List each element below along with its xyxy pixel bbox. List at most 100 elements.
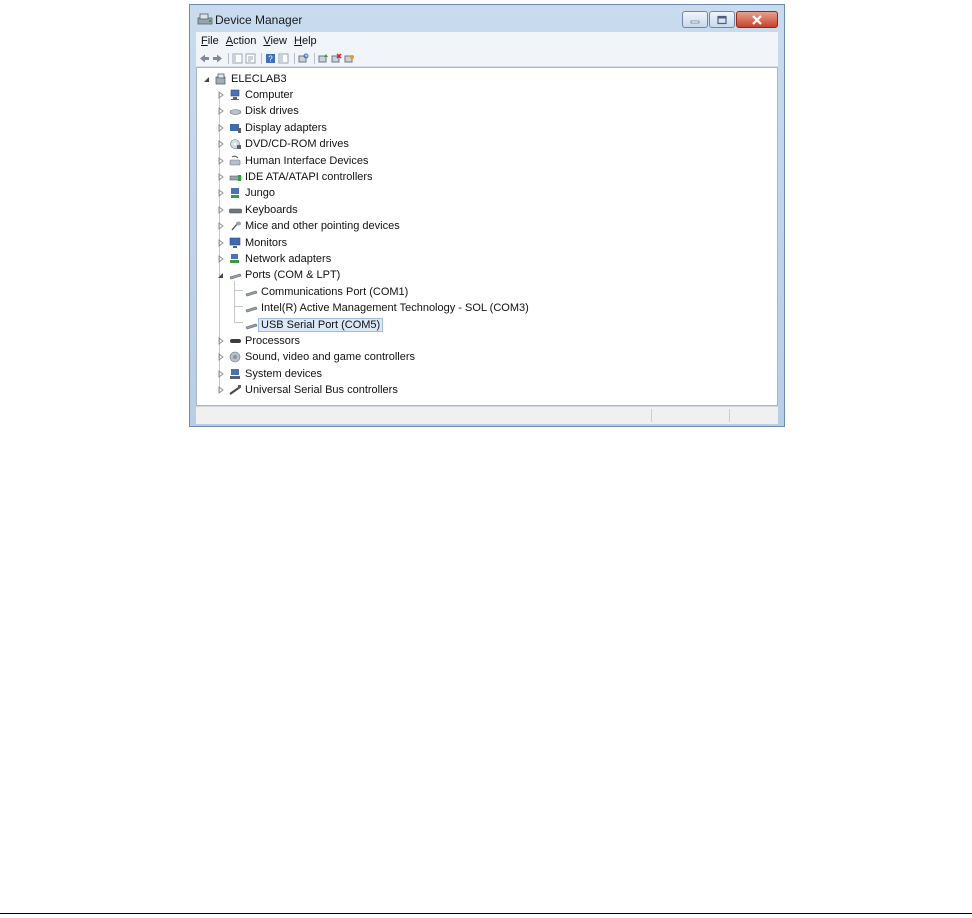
- tree-category[interactable]: Sound, video and game controllers: [217, 350, 415, 365]
- tree-guide-line: [234, 322, 243, 323]
- expand-arrow-icon[interactable]: [217, 90, 225, 99]
- tree-category[interactable]: Network adapters: [217, 251, 331, 266]
- expand-arrow-icon[interactable]: [217, 189, 225, 198]
- back-arrow-icon[interactable]: [199, 53, 210, 64]
- tree-category-label: Universal Serial Bus controllers: [245, 384, 398, 397]
- menu-view-label: iew: [270, 35, 287, 47]
- expand-arrow-icon[interactable]: [217, 353, 225, 362]
- tree-category-label: Processors: [245, 334, 301, 347]
- tree-category-label: System devices: [245, 367, 323, 380]
- tree-category-label: Sound, video and game controllers: [245, 351, 415, 364]
- display-adapter-icon: [230, 123, 241, 133]
- tree-category[interactable]: Ports (COM & LPT): [217, 268, 340, 283]
- tree-category[interactable]: Computer: [217, 87, 293, 102]
- tree-category[interactable]: IDE ATA/ATAPI controllers: [217, 169, 373, 184]
- tree-device[interactable]: Intel(R) Active Management Technology - …: [245, 301, 529, 316]
- page-rule: [0, 913, 972, 914]
- tree-category[interactable]: Human Interface Devices: [217, 153, 369, 168]
- uninstall-icon[interactable]: [331, 52, 342, 64]
- status-bar: [196, 406, 778, 424]
- close-button[interactable]: [736, 11, 778, 28]
- menu-view[interactable]: View: [263, 35, 287, 47]
- tree-category[interactable]: Universal Serial Bus controllers: [217, 383, 398, 398]
- tree-category-label: Human Interface Devices: [245, 154, 369, 167]
- computer-icon: [230, 89, 240, 100]
- tree-category[interactable]: Processors: [217, 333, 300, 348]
- update-driver-icon[interactable]: [318, 53, 329, 64]
- expand-arrow-icon[interactable]: [217, 238, 225, 247]
- disable-icon[interactable]: [344, 53, 355, 64]
- tree-category[interactable]: Monitors: [217, 235, 287, 250]
- network-adapter-icon: [230, 253, 239, 263]
- window-controls: [681, 11, 778, 28]
- expand-arrow-icon[interactable]: [217, 336, 225, 345]
- tree-category-label: Ports (COM & LPT): [245, 269, 341, 282]
- status-divider: [729, 409, 730, 422]
- expand-arrow-icon[interactable]: [217, 107, 225, 116]
- tree-device[interactable]: USB Serial Port (COM5): [245, 317, 384, 332]
- tree-category[interactable]: Jungo: [217, 186, 275, 201]
- menu-help[interactable]: Help: [294, 35, 317, 47]
- expand-arrow-icon[interactable]: [217, 205, 225, 214]
- expand-arrow-icon[interactable]: [217, 123, 225, 132]
- expand-arrow-icon[interactable]: [217, 254, 225, 263]
- mouse-icon: [231, 221, 241, 231]
- tree-category[interactable]: DVD/CD-ROM drives: [217, 137, 349, 152]
- expand-arrow-icon[interactable]: [217, 140, 225, 148]
- menu-action[interactable]: Action: [226, 35, 257, 47]
- tree-category[interactable]: Disk drives: [217, 104, 299, 119]
- svg-text:?: ?: [268, 54, 273, 63]
- tree-category-label: Keyboards: [245, 203, 298, 216]
- tree-category[interactable]: System devices: [217, 366, 322, 381]
- tree-category[interactable]: Display adapters: [217, 120, 327, 135]
- keyboard-icon: [229, 208, 242, 213]
- expand-arrow-icon[interactable]: [217, 386, 225, 394]
- toolbar-separator: [314, 52, 315, 64]
- tree-category-label: DVD/CD-ROM drives: [245, 138, 349, 151]
- expand-arrow-icon[interactable]: [217, 156, 225, 165]
- device-tree-pane[interactable]: ELECLAB3 Computer Disk drives Display adap…: [196, 67, 778, 406]
- dvd-drive-icon: [230, 139, 241, 150]
- disk-drive-icon: [229, 109, 242, 116]
- toolbar-separator: [294, 52, 295, 64]
- tree-device-label: Intel(R) Active Management Technology - …: [261, 302, 529, 315]
- tree-guide-line: [234, 290, 243, 291]
- tree-category-label: IDE ATA/ATAPI controllers: [245, 170, 373, 183]
- expand-arrow-icon[interactable]: [217, 369, 225, 378]
- collapse-arrow-icon[interactable]: [203, 75, 211, 83]
- collapse-arrow-icon[interactable]: [217, 271, 225, 279]
- processor-icon: [230, 338, 241, 343]
- tree-device[interactable]: Communications Port (COM1): [245, 284, 408, 299]
- tree-category-label: Network adapters: [245, 252, 332, 265]
- tree-guide-line: [234, 281, 235, 323]
- properties-icon[interactable]: [245, 53, 256, 64]
- minimize-button[interactable]: [682, 11, 708, 28]
- help-icon[interactable]: ?: [265, 53, 276, 64]
- port-icon: [245, 306, 258, 313]
- scan-hardware-icon[interactable]: [298, 53, 309, 64]
- monitor-icon: [229, 237, 241, 248]
- forward-arrow-icon[interactable]: [212, 53, 223, 64]
- maximize-button[interactable]: [709, 11, 735, 28]
- system-devices-icon: [230, 368, 240, 379]
- expand-arrow-icon[interactable]: [217, 172, 225, 181]
- expand-arrow-icon[interactable]: [217, 222, 225, 230]
- toolbar-separator: [261, 52, 262, 64]
- close-icon: [752, 14, 762, 25]
- show-hide-tree-icon[interactable]: [232, 53, 243, 64]
- toolbar-separator: [228, 52, 229, 64]
- tree-category[interactable]: Keyboards: [217, 202, 298, 217]
- maximize-icon: [717, 15, 727, 24]
- view-icon[interactable]: [278, 53, 289, 64]
- tree-category-label: Computer: [245, 88, 294, 101]
- tree-root-label: ELECLAB3: [231, 72, 287, 85]
- menu-action-accel: A: [225, 35, 234, 47]
- menu-file[interactable]: File: [201, 35, 219, 47]
- tree-guide-line: [234, 306, 243, 307]
- minimize-icon: [690, 20, 700, 23]
- tree-category-label: Display adapters: [245, 121, 327, 134]
- title-bar[interactable]: Device Manager: [190, 5, 784, 32]
- menu-action-label: ction: [233, 35, 257, 47]
- tree-category[interactable]: Mice and other pointing devices: [217, 219, 400, 234]
- tree-root[interactable]: ELECLAB3: [203, 71, 287, 86]
